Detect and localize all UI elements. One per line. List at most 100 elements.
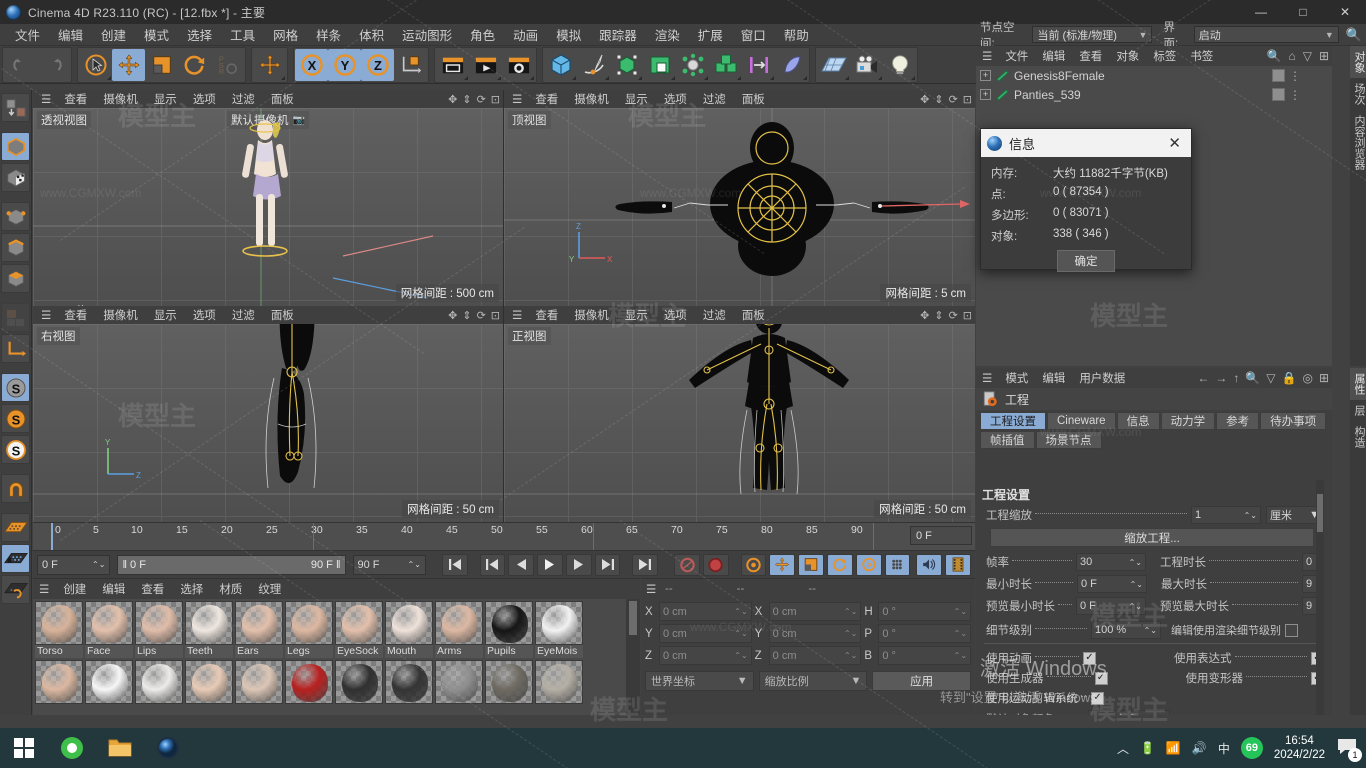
vtab-objects[interactable]: 对象 [1350,46,1366,78]
dolly-icon[interactable]: ⇕ [462,309,471,322]
goto-end-button[interactable] [632,553,659,576]
coord-input-h[interactable]: 0 ° ⌃⌄ [878,602,972,621]
key-position-button[interactable] [769,553,796,576]
pan-icon[interactable]: ✥ [920,93,929,106]
menu-item-mograph[interactable]: 运动图形 [393,23,461,46]
dolly-icon[interactable]: ⇕ [934,93,943,106]
maximize-button[interactable]: □ [1282,0,1324,24]
volume-icon[interactable]: 🔊 [1192,741,1207,755]
menu-item-file[interactable]: 文件 [6,23,49,46]
menu-item-extensions[interactable]: 扩展 [689,23,732,46]
lock-y-axis-button[interactable]: Y [328,48,361,81]
material-item[interactable] [35,660,83,704]
object-tags[interactable]: ⋮ [1271,87,1302,102]
am-menu-user-data[interactable]: 用户数据 [1072,368,1132,388]
add-cube-button[interactable] [544,49,577,81]
record-active-objects-button[interactable] [674,553,700,576]
vtab-layers[interactable]: 层 [1350,400,1366,421]
play-button[interactable] [537,553,563,576]
vp-menu-panel[interactable]: 面板 [263,306,302,324]
object-row-genesis8female[interactable]: + Genesis8Female ⋮ [976,66,1332,85]
mm-menu-select[interactable]: 选择 [172,579,211,599]
input-project-scale[interactable]: 1 ⌃⌄ [1191,506,1261,524]
forward-icon[interactable]: → [1215,371,1227,385]
input-min-time[interactable]: 0 F ⌃⌄ [1077,575,1147,593]
step-forward-button[interactable] [565,553,592,576]
ime-indicator[interactable]: 中 [1218,740,1230,757]
add-modeling-object-button[interactable] [643,49,676,81]
up-icon[interactable]: ↑ [1233,371,1239,385]
material-item[interactable] [485,660,533,704]
close-button[interactable]: ✕ [1324,0,1366,24]
align-workplane-button[interactable] [1,575,30,604]
menu-item-character[interactable]: 角色 [461,23,504,46]
tab-frame-interp[interactable]: 帧插值 [980,431,1035,449]
pan-icon[interactable]: ✥ [920,309,929,322]
expand-icon[interactable]: + [980,70,991,81]
vp-menu-view[interactable]: 查看 [527,90,566,108]
input-lod[interactable]: 100 % ⌃⌄ [1091,621,1161,639]
enable-snapping-button[interactable]: S [1,373,30,402]
sound-button[interactable] [916,553,943,576]
hamburger-icon[interactable]: ☰ [976,371,998,385]
taskbar-clock[interactable]: 16:54 2024/2/22 [1274,734,1325,762]
render-view-button[interactable] [436,49,469,81]
taskbar-browser-icon[interactable] [48,728,96,768]
coord-input-py[interactable]: 0 cm ⌃⌄ [659,624,752,643]
scale-tool-button[interactable] [145,49,178,81]
magnet-tool-button[interactable] [1,474,30,503]
add-layer-icon[interactable]: ⊞ [1319,49,1329,63]
target-icon[interactable]: ◎ [1302,371,1312,385]
coord-input-pz[interactable]: 0 cm ⌃⌄ [659,646,752,665]
menu-item-animation[interactable]: 动画 [504,23,547,46]
search-icon[interactable]: 🔍 [1346,27,1362,43]
coord-input-sx[interactable]: 0 cm ⌃⌄ [768,602,862,621]
am-menu-edit[interactable]: 编辑 [1035,368,1072,388]
goto-next-key-button[interactable] [594,553,621,576]
vp-menu-view[interactable]: 查看 [56,90,95,108]
vp-menu-options[interactable]: 选项 [185,90,224,108]
material-item[interactable]: Teeth [185,601,233,658]
attribute-scrollbar[interactable] [1316,480,1324,715]
model-mode-button[interactable] [1,132,30,161]
add-scene-element-button[interactable] [742,49,775,81]
vtab-content-browser[interactable]: 内容浏览器 [1350,110,1366,175]
hamburger-icon[interactable]: ☰ [33,582,55,596]
vp-menu-panel[interactable]: 面板 [734,90,773,108]
render-settings-button[interactable] [502,49,535,81]
material-item[interactable]: EyeSock [335,601,383,658]
hamburger-icon[interactable]: ☰ [507,308,527,322]
frame-range-slider[interactable]: ‖ 0 F 90 F ‖ [117,554,346,575]
quantize-snap-button[interactable]: S [1,435,30,464]
material-scrollbar[interactable] [626,599,640,715]
coord-input-sy[interactable]: 0 cm ⌃⌄ [768,624,862,643]
input-preview-min[interactable]: 0 F ⌃⌄ [1076,597,1146,615]
add-field-button[interactable] [775,49,808,81]
vp-menu-camera[interactable]: 摄像机 [95,306,146,324]
add-camera-button[interactable] [850,49,883,81]
add-icon[interactable]: ⊞ [1319,371,1329,385]
timeline-track[interactable]: 0 5 10 15 20 25 30 35 40 45 50 55 60 65 … [33,523,975,551]
material-item[interactable] [285,660,333,704]
object-row-panties539[interactable]: + Panties_539 ⋮ [976,85,1332,104]
edges-mode-button[interactable] [1,233,30,262]
polygons-mode-button[interactable] [1,264,30,293]
menu-item-select[interactable]: 选择 [178,23,221,46]
add-spline-button[interactable] [577,49,610,81]
move-tool-button[interactable] [112,48,145,81]
psr-tool-button[interactable]: PSR [211,49,244,81]
om-menu-tags[interactable]: 标签 [1146,46,1183,66]
vp-menu-display[interactable]: 显示 [617,306,656,324]
material-item[interactable] [385,660,433,704]
lock-icon[interactable]: 🔒 [1282,371,1297,385]
filter-icon[interactable]: ▽ [1303,49,1312,63]
material-item[interactable] [435,660,483,704]
show-hidden-icons-icon[interactable]: ︿ [1117,740,1129,757]
points-mode-button[interactable] [1,202,30,231]
material-item[interactable] [335,660,383,704]
hamburger-icon[interactable]: ☰ [36,92,56,106]
material-item[interactable]: Torso [35,601,83,658]
material-item[interactable]: Face [85,601,133,658]
battery-icon[interactable]: 🔋 [1140,741,1155,755]
select-default-object-color[interactable]: 60% 灰色▼ [1088,710,1170,715]
